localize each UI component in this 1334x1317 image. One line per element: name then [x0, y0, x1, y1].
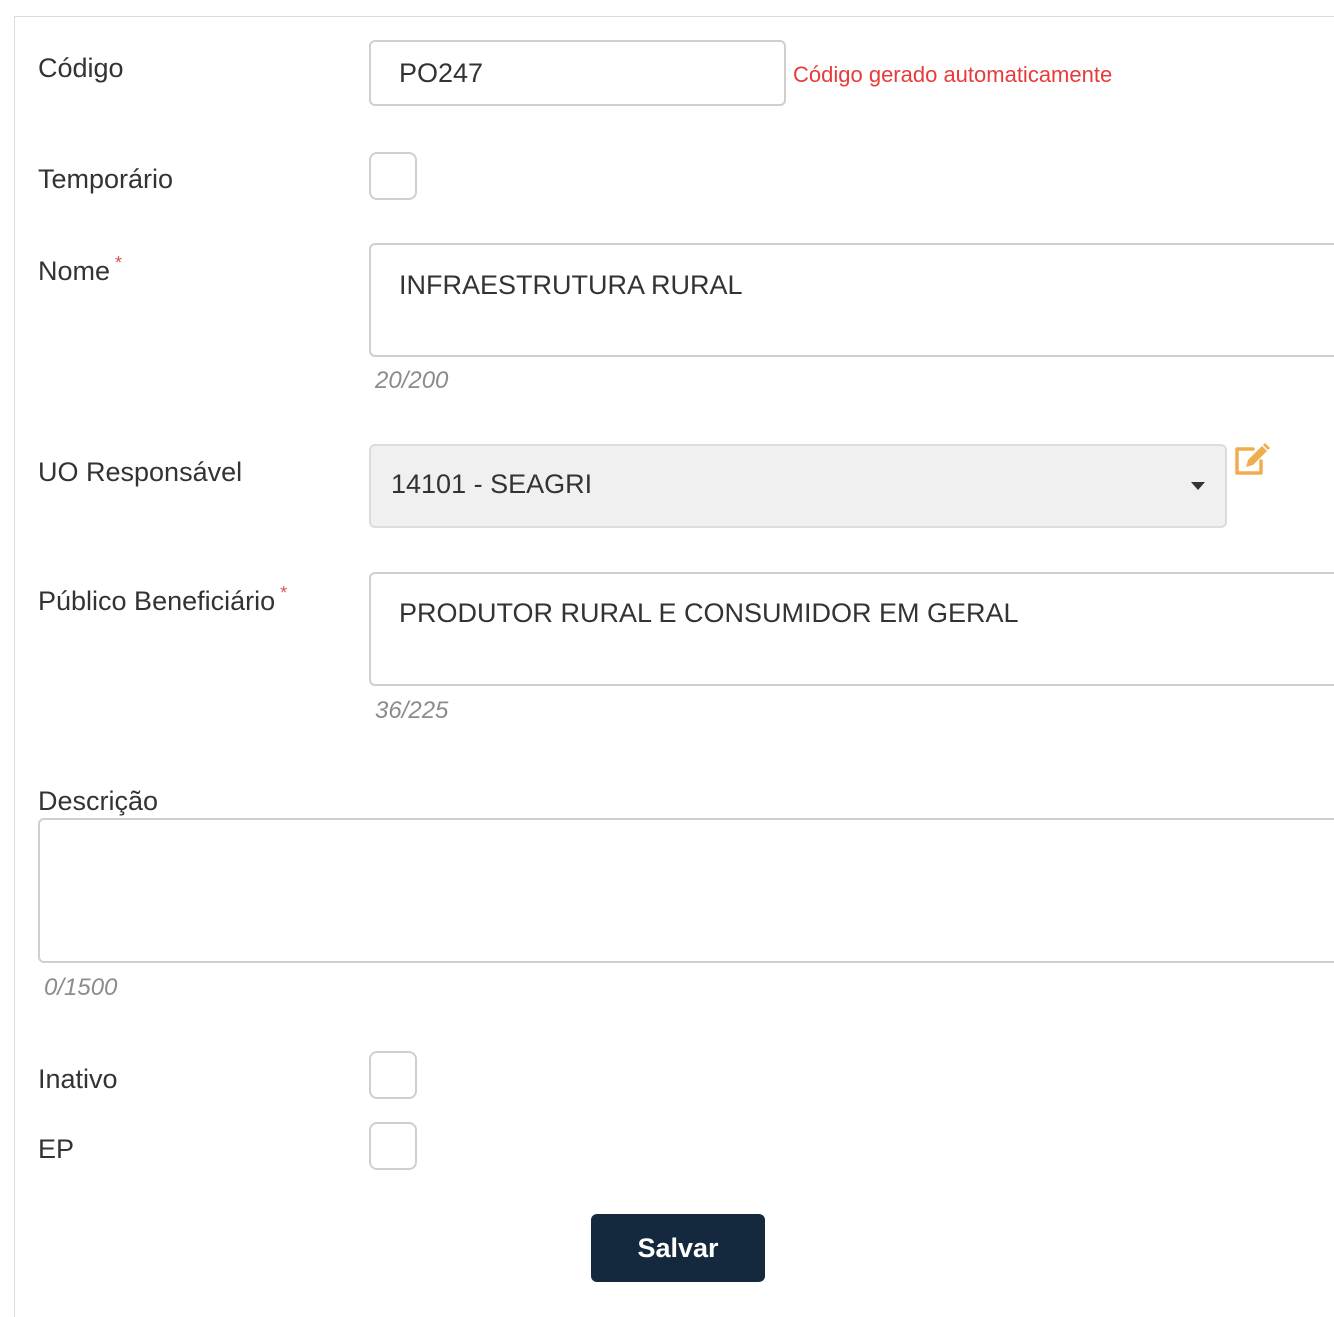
temporario-label: Temporário: [38, 164, 174, 194]
nome-value: INFRAESTRUTURA RURAL: [399, 270, 743, 300]
ep-checkbox[interactable]: [369, 1122, 417, 1170]
ep-label: EP: [38, 1134, 75, 1164]
descricao-counter: 0/1500: [44, 974, 118, 1001]
nome-required-mark: *: [115, 253, 123, 273]
uo-responsavel-value: 14101 - SEAGRI: [391, 469, 593, 499]
nome-counter: 20/200: [375, 367, 449, 394]
publico-beneficiario-value: PRODUTOR RURAL E CONSUMIDOR EM GERAL: [399, 598, 1019, 628]
publico-beneficiario-label-text: Público Beneficiário: [38, 586, 276, 616]
codigo-hint: Código gerado automaticamente: [793, 62, 1113, 87]
codigo-label: Código: [38, 53, 124, 83]
publico-beneficiario-counter: 36/225: [375, 697, 449, 724]
codigo-value: PO247: [399, 58, 484, 88]
nome-label: Nome *: [38, 253, 123, 287]
chevron-down-icon: [1191, 482, 1205, 490]
descricao-label: Descrição: [38, 786, 159, 816]
codigo-input[interactable]: PO247: [369, 40, 786, 106]
inativo-label: Inativo: [38, 1064, 118, 1094]
publico-beneficiario-label: Público Beneficiário *: [38, 583, 288, 617]
uo-responsavel-select[interactable]: 14101 - SEAGRI: [369, 444, 1227, 528]
inativo-checkbox[interactable]: [369, 1051, 417, 1099]
nome-label-text: Nome: [38, 256, 111, 286]
descricao-textarea[interactable]: [38, 818, 1334, 963]
edit-icon[interactable]: [1233, 443, 1273, 477]
uo-responsavel-label: UO Responsável: [38, 457, 243, 487]
publico-beneficiario-required-mark: *: [280, 583, 288, 603]
publico-beneficiario-textarea[interactable]: PRODUTOR RURAL E CONSUMIDOR EM GERAL: [369, 572, 1334, 686]
nome-textarea[interactable]: INFRAESTRUTURA RURAL: [369, 243, 1334, 357]
save-button[interactable]: Salvar: [591, 1214, 765, 1282]
temporario-checkbox[interactable]: [369, 152, 417, 200]
